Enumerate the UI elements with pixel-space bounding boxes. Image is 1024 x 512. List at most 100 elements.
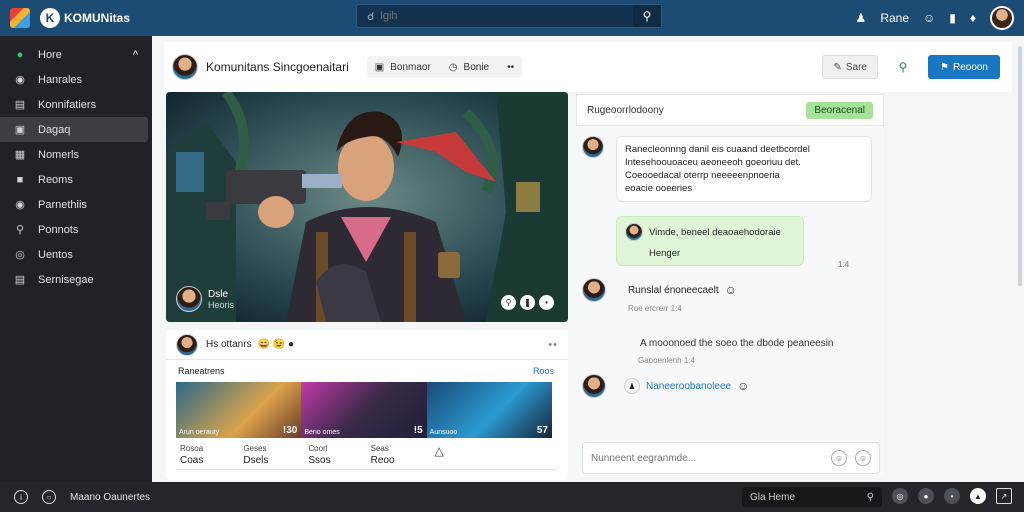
message-sub: Henger <box>649 248 681 259</box>
save-button[interactable]: ✎ Sare <box>822 55 878 79</box>
chat-message-reply: Vimde, beneel deaoaehodoraie Henger <box>616 216 804 266</box>
emoji-icon: ☺ <box>724 283 737 297</box>
bottom-right-actions: ◎ ● • ▲ ↗ <box>892 488 1012 504</box>
game-icon: ▣ <box>14 124 26 136</box>
page-header: Komunitans Sincgoenaitari ▣ Bonmaor ◷ Bo… <box>164 42 1012 92</box>
poster-avatar[interactable] <box>176 333 198 356</box>
stat: Seas Reoo <box>371 444 395 466</box>
top-bar: K KOMUNitas ☌ ⚲ ♟ Rane ☺ ▮ ♦ <box>0 0 1024 36</box>
info-icon[interactable]: i <box>14 490 28 504</box>
community-avatar[interactable] <box>172 54 198 80</box>
message-avatar[interactable] <box>582 278 606 302</box>
app-menu-icon[interactable] <box>10 8 30 28</box>
tab-bonmaor[interactable]: ▣ Bonmaor <box>375 62 431 73</box>
stat-value: Ssos <box>308 455 331 466</box>
search-icon: ⚲ <box>866 491 874 503</box>
search-users-icon[interactable]: ⚲ <box>890 55 916 79</box>
bell-icon[interactable]: ● <box>918 488 934 504</box>
user-icon: ♟ <box>624 378 640 394</box>
emoji-picker-icon[interactable]: ☺ <box>831 450 847 466</box>
message-avatar[interactable] <box>625 223 643 241</box>
section-link[interactable]: Roos <box>533 366 554 376</box>
expand-icon[interactable]: ↗ <box>996 488 1012 504</box>
bottom-field-label: Gla Heme <box>750 491 796 503</box>
stat-key: Coorl <box>308 444 328 453</box>
bookmark-icon: ⚑ <box>940 61 949 73</box>
sidebar-item-parnethiis[interactable]: ◉ Parnethiis <box>0 192 152 217</box>
stat: Geses Dsels <box>243 444 268 466</box>
thumbnail[interactable]: Aunsuoo 57 <box>426 382 552 438</box>
sidebar-item-reoms[interactable]: ■ Reoms <box>0 167 152 192</box>
sidebar-item-konnifatiers[interactable]: ▤ Konnifatiers <box>0 92 152 117</box>
search-bar[interactable]: ☌ ⚲ <box>356 4 662 28</box>
page-title: Komunitans Sincgoenaitari <box>206 60 349 74</box>
message-time: Roe ercrerr 1:4 <box>628 304 682 313</box>
message-link[interactable]: Naneeroobanoleee <box>646 381 731 392</box>
thumbnail[interactable]: Arun oerauty !30 <box>176 382 302 438</box>
chat-message: Runslal énoneecaelt ☺ <box>582 278 737 302</box>
author-name: Dsle <box>208 288 229 300</box>
tab-label: Bonmaor <box>390 61 431 73</box>
chart-icon[interactable]: ▮ <box>949 11 956 25</box>
search-button[interactable]: ⚲ <box>633 5 661 27</box>
smile-icon[interactable]: ☺ <box>923 11 935 25</box>
chat-input-box[interactable]: ☺ ☺ <box>582 442 880 474</box>
timestamp: 1:4 <box>838 260 850 269</box>
chat-input[interactable] <box>591 452 823 464</box>
bottom-field[interactable]: Gla Heme ⚲ <box>742 487 882 507</box>
sidebar-item-dagaq[interactable]: ▣ Dagaq <box>0 117 148 142</box>
warning-icon[interactable]: △ <box>435 444 444 466</box>
pause-icon[interactable]: ❚ <box>520 295 535 310</box>
thumbnail[interactable]: Beno omes !5 <box>301 382 427 438</box>
thumbnail-strip: Arun oerauty !30 Beno omes !5 Aunsuoo 57 <box>176 382 552 438</box>
sidebar-item-nomerls[interactable]: ▦ Nomerls <box>0 142 152 167</box>
message-text: Runslal énoneecaelt <box>628 284 719 296</box>
stat-key: Seas <box>370 444 389 453</box>
arrow-up-icon[interactable]: ▲ <box>970 488 986 504</box>
brand[interactable]: K KOMUNitas <box>10 8 310 28</box>
tab-bonie[interactable]: ◷ Bonie <box>449 62 489 73</box>
card-header: Hs ottanrs 😄 😉 ● •• <box>166 330 568 360</box>
share-icon[interactable]: ⚲ <box>501 295 516 310</box>
sidebar-item-label: Uentos <box>38 248 73 261</box>
search-input[interactable] <box>380 10 601 22</box>
hero-author[interactable]: Dsle Heoris <box>176 286 234 312</box>
stat-value: Coas <box>180 455 204 466</box>
message-avatar[interactable] <box>582 136 604 158</box>
thumbnail-count: !5 <box>413 425 423 436</box>
more-icon[interactable]: •• <box>507 62 514 73</box>
sidebar-item-label: Nomerls <box>38 148 79 161</box>
divider <box>176 469 556 470</box>
sidebar-item-uentos[interactable]: ◎ Uentos <box>0 242 152 267</box>
bottom-label[interactable]: Maano Oaunertes <box>70 492 150 503</box>
primary-label: Reooon <box>952 61 988 73</box>
sidebar-item-home[interactable]: ● Hore ^ <box>0 42 152 67</box>
dot-icon[interactable]: • <box>944 488 960 504</box>
poster-name[interactable]: Hs ottanrs <box>206 339 252 350</box>
user-label[interactable]: Rane <box>880 11 909 25</box>
scrollbar[interactable] <box>1018 46 1022 286</box>
collapse-icon[interactable]: ^ <box>133 49 138 61</box>
stat: Coorl Ssos <box>308 444 330 466</box>
attach-icon[interactable]: ☺ <box>855 450 871 466</box>
notification-icon[interactable]: ♦ <box>970 11 976 25</box>
chat-bubble-icon[interactable]: ○ <box>42 490 56 504</box>
more-options-icon[interactable]: •• <box>548 339 558 351</box>
sidebar-item-label: Hanrales <box>38 73 83 86</box>
message-line: Intesehoouoaceu aeoneeoh goeoriuu det. <box>625 157 801 168</box>
sidebar-item-ponnots[interactable]: ⚲ Ponnots <box>0 217 152 242</box>
sidebar-item-label: Sernisegae <box>38 273 94 286</box>
hero-image[interactable]: Dsle Heoris ⚲ ❚ • <box>166 92 568 322</box>
profile-avatar[interactable] <box>990 6 1014 30</box>
message-avatar[interactable] <box>582 374 606 398</box>
bottom-left: i ○ Maano Oaunertes <box>14 490 150 504</box>
chat-status-badge[interactable]: Beoracenal <box>806 101 873 119</box>
user-icon[interactable]: ♟ <box>856 11 867 25</box>
primary-action-button[interactable]: ⚑ Reooon <box>928 55 1000 79</box>
next-icon[interactable]: • <box>539 295 554 310</box>
sidebar-item-hanrales[interactable]: ◉ Hanrales <box>0 67 152 92</box>
thumbnail-caption: Beno omes <box>304 429 340 436</box>
globe-icon[interactable]: ◎ <box>892 488 908 504</box>
section-label: Raneatrens <box>178 366 225 376</box>
sidebar-item-sernisegae[interactable]: ▤ Sernisegae <box>0 267 152 292</box>
